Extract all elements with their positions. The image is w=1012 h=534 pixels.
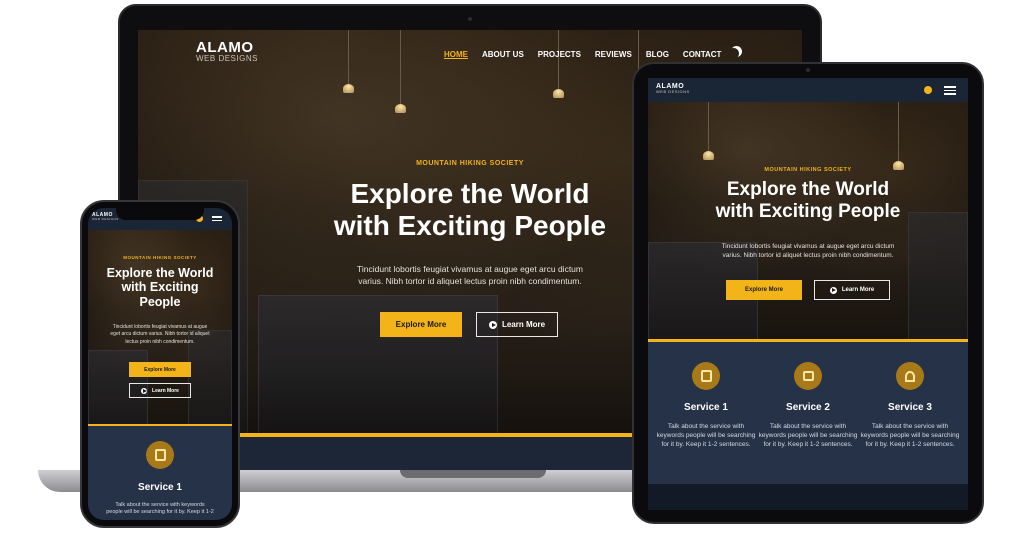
laptop-camera — [468, 17, 472, 21]
nav-home[interactable]: HOME — [444, 50, 468, 59]
phone-services-section: Service 1 Talk about the service with ke… — [88, 426, 232, 520]
phone-notch — [116, 206, 204, 220]
service-3-text: Talk about the service with keywords peo… — [860, 423, 960, 448]
tablet-screen: ALAMO WEB DESIGNS MOUNTAIN HIKING SOCIET… — [648, 78, 968, 510]
nav-about-us[interactable]: ABOUT US — [482, 50, 524, 59]
device-mockup-stage: ALAMO WEB DESIGNS HOME ABOUT US PROJECTS… — [0, 0, 1012, 534]
laptop-hinge-notch — [400, 470, 546, 478]
dark-mode-moon-icon[interactable] — [728, 48, 739, 59]
tablet-services-section: Service 1 Talk about the service with ke… — [648, 342, 968, 484]
house-icon — [794, 362, 822, 390]
laptop-hero-title: Explore the World with Exciting People — [333, 178, 607, 242]
sun-icon[interactable] — [924, 86, 932, 94]
tablet-hero-subtitle: Tincidunt lobortis feugiat vivamus at au… — [721, 243, 895, 260]
phone-hero-title: Explore the World with Exciting People — [106, 266, 214, 309]
play-icon — [488, 320, 497, 329]
phone-eyebrow: MOUNTAIN HIKING SOCIETY — [123, 255, 197, 260]
tablet-learn-more-button[interactable]: Learn More — [814, 280, 890, 300]
tablet-hero-title: Explore the World with Exciting People — [715, 179, 901, 222]
laptop-nav: HOME ABOUT US PROJECTS REVIEWS BLOG CONT… — [430, 50, 721, 59]
tablet-logo[interactable]: ALAMO WEB DESIGNS — [656, 83, 690, 94]
phone-explore-more-button[interactable]: Explore More — [129, 362, 191, 377]
service-1-text: Talk about the service with keywords peo… — [656, 423, 756, 448]
service-3-title: Service 3 — [888, 402, 932, 413]
phone-hero-subtitle: Tincidunt lobortis feugiat vivamus at au… — [110, 324, 210, 345]
tablet-explore-more-button[interactable]: Explore More — [726, 280, 802, 300]
nav-projects[interactable]: PROJECTS — [538, 50, 581, 59]
laptop-hero-subtitle: Tincidunt lobortis feugiat vivamus at au… — [356, 264, 583, 287]
phone-screen: ALAMO WEB DESIGNS MOUNTAIN HIKING SOCIET… — [88, 208, 232, 520]
tablet-eyebrow: MOUNTAIN HIKING SOCIETY — [764, 167, 852, 173]
nav-blog[interactable]: BLOG — [646, 50, 669, 59]
building-icon — [692, 362, 720, 390]
phone-learn-more-button[interactable]: Learn More — [129, 383, 191, 398]
service-2-title: Service 2 — [786, 402, 830, 413]
hamburger-menu-icon[interactable] — [212, 216, 222, 223]
phone-service-1-title: Service 1 — [138, 482, 182, 493]
service-1-title: Service 1 — [684, 402, 728, 413]
play-icon — [829, 286, 837, 294]
service-2-text: Talk about the service with keywords peo… — [758, 423, 858, 448]
laptop-learn-more-button[interactable]: Learn More — [476, 312, 558, 337]
tablet-camera — [806, 68, 810, 72]
laptop-eyebrow: MOUNTAIN HIKING SOCIETY — [416, 160, 524, 167]
nav-reviews[interactable]: REVIEWS — [595, 50, 632, 59]
phone-logo[interactable]: ALAMO WEB DESIGNS — [92, 213, 119, 221]
building-icon — [146, 441, 174, 469]
play-icon — [141, 387, 148, 394]
laptop-explore-more-button[interactable]: Explore More — [380, 312, 462, 337]
tablet-header: ALAMO WEB DESIGNS — [648, 78, 968, 102]
laptop-logo[interactable]: ALAMO WEB DESIGNS — [196, 40, 258, 63]
nav-contact[interactable]: CONTACT — [683, 50, 722, 59]
traffic-cone-icon — [896, 362, 924, 390]
phone-service-1-text: Talk about the service with keywords peo… — [106, 502, 214, 516]
hamburger-menu-icon[interactable] — [944, 86, 956, 97]
